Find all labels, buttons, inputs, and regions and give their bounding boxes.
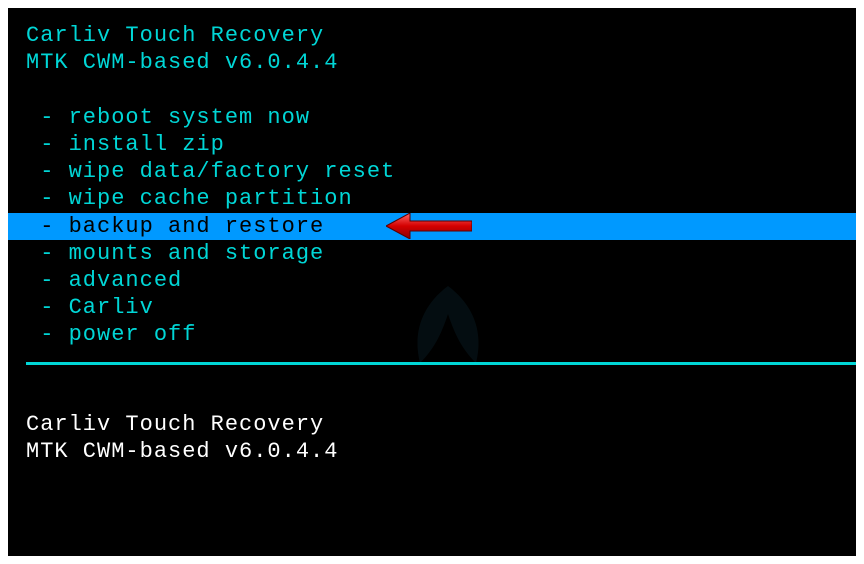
- footer-title: Carliv Touch Recovery: [8, 413, 856, 436]
- spacer: [8, 78, 856, 102]
- menu-item-install-zip[interactable]: - install zip: [8, 131, 856, 158]
- spacer: [8, 365, 856, 413]
- recovery-screen: Carliv Touch Recovery MTK CWM-based v6.0…: [8, 8, 856, 556]
- menu-item-carliv[interactable]: - Carliv: [8, 294, 856, 321]
- menu-item-power-off[interactable]: - power off: [8, 321, 856, 348]
- footer-version: MTK CWM-based v6.0.4.4: [8, 440, 856, 463]
- menu-item-advanced[interactable]: - advanced: [8, 267, 856, 294]
- menu-item-reboot-system-now[interactable]: - reboot system now: [8, 104, 856, 131]
- recovery-title: Carliv Touch Recovery: [8, 24, 856, 47]
- menu-item-wipe-cache-partition[interactable]: - wipe cache partition: [8, 185, 856, 212]
- selection-arrow-icon: [386, 213, 472, 239]
- window-frame: Carliv Touch Recovery MTK CWM-based v6.0…: [0, 0, 864, 564]
- main-menu: - reboot system now - install zip - wipe…: [8, 104, 856, 348]
- recovery-version: MTK CWM-based v6.0.4.4: [8, 51, 856, 74]
- menu-item-mounts-and-storage[interactable]: - mounts and storage: [8, 240, 856, 267]
- menu-item-backup-and-restore[interactable]: - backup and restore: [8, 213, 856, 240]
- menu-item-wipe-data-factory-reset[interactable]: - wipe data/factory reset: [8, 158, 856, 185]
